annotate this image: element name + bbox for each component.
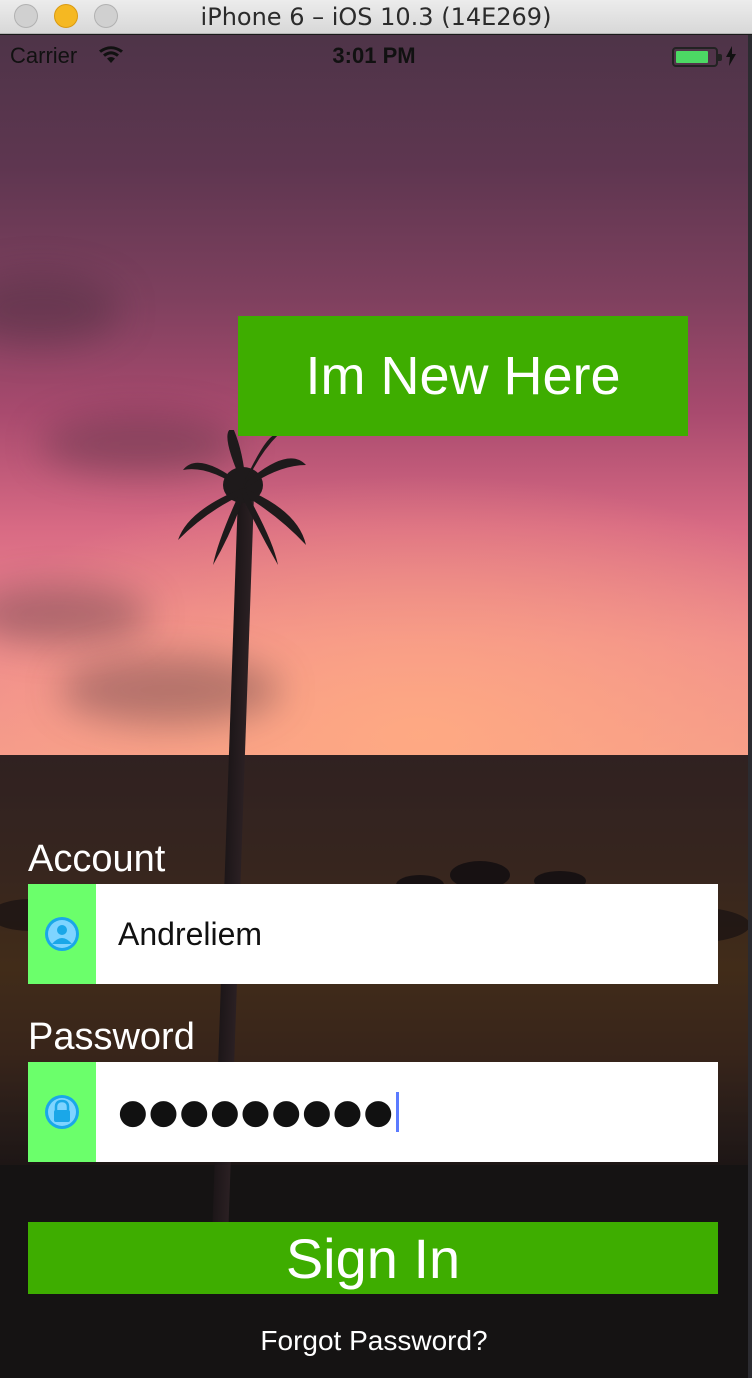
account-icon-box xyxy=(28,884,96,984)
account-label: Account xyxy=(28,838,166,880)
palm-tree-crown xyxy=(178,430,306,565)
password-masked-value: ●●●●●●●●● xyxy=(118,1092,395,1132)
password-input[interactable]: ●●●●●●●●● xyxy=(96,1062,718,1162)
status-bar: Carrier 3:01 PM xyxy=(0,35,748,75)
battery-level-fill xyxy=(676,51,708,63)
charging-bolt-icon xyxy=(726,46,736,66)
password-field-row: ●●●●●●●●● xyxy=(28,1062,718,1162)
text-cursor xyxy=(396,1092,400,1132)
simulator-title-bar: iPhone 6 – iOS 10.3 (14E269) xyxy=(0,0,752,34)
password-label: Password xyxy=(28,1016,195,1058)
window-title: iPhone 6 – iOS 10.3 (14E269) xyxy=(200,3,552,31)
account-input-value: Andreliem xyxy=(118,915,263,952)
forgot-password-link[interactable]: Forgot Password? xyxy=(0,1325,748,1357)
account-input[interactable]: Andreliem xyxy=(96,884,718,984)
user-icon xyxy=(45,917,79,951)
im-new-here-button[interactable]: Im New Here xyxy=(238,316,688,436)
status-time: 3:01 PM xyxy=(332,43,416,68)
phone-screen: Carrier 3:01 PM Im New Here Account Andr… xyxy=(0,35,748,1378)
account-field-row: Andreliem xyxy=(28,884,718,984)
battery-icon xyxy=(672,47,722,67)
battery-nub xyxy=(718,54,722,61)
lock-icon xyxy=(45,1095,79,1129)
password-icon-box xyxy=(28,1062,96,1162)
sign-in-button[interactable]: Sign In xyxy=(28,1222,718,1294)
background-window-edge xyxy=(748,35,752,1378)
